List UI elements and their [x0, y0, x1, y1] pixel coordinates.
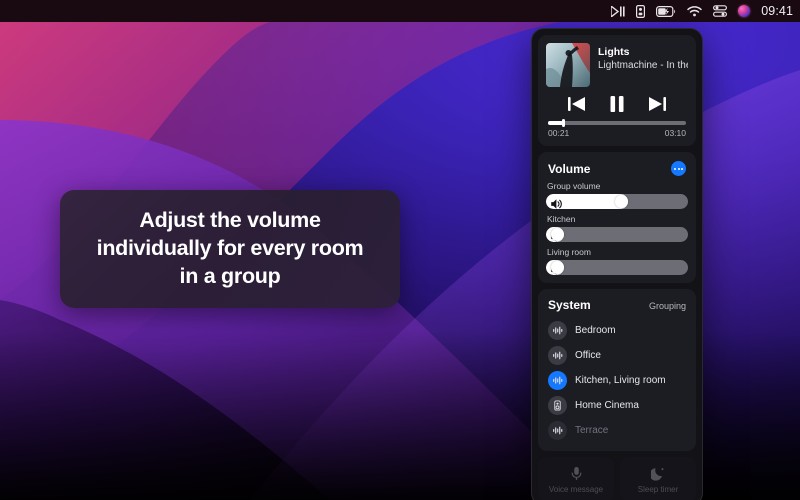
room-name: Terrace: [575, 425, 609, 436]
room-name: Home Cinema: [575, 400, 639, 411]
room-name: Bedroom: [575, 325, 616, 336]
system-card: System Grouping Bedroom Office Kitchen, Li…: [538, 289, 696, 451]
microphone-icon: [571, 466, 581, 481]
voice-message-label: Voice message: [548, 485, 604, 494]
volume-slider-label: Living room: [547, 247, 591, 257]
speaker-icon: [553, 351, 563, 360]
speaker-icon: [548, 321, 567, 340]
elapsed-time: 00:21: [548, 128, 570, 138]
speaker-icon: [548, 346, 567, 365]
room-list-item[interactable]: Bedroom: [546, 318, 688, 343]
room-list-item[interactable]: Kitchen, Living room: [546, 368, 688, 393]
instruction-text: Adjust the volume individually for every…: [96, 208, 364, 288]
speaker-icon: [548, 371, 567, 390]
volume-slider-label: Group volume: [547, 181, 601, 191]
app-icon[interactable]: [636, 4, 646, 18]
progress-slider[interactable]: [548, 119, 686, 127]
speaker-icon: [553, 326, 563, 335]
dot-icon: [677, 167, 680, 170]
sleep-timer-button[interactable]: Sleep timer: [620, 457, 696, 500]
speaker-icon: [548, 421, 567, 440]
menubar-clock[interactable]: 09:41: [761, 4, 793, 18]
speaker-icon: [553, 376, 563, 385]
album-artwork: [546, 43, 590, 87]
dot-icon: [674, 167, 676, 170]
volume-sliders: Group volume Kitchen Living room: [546, 181, 688, 275]
duration-time: 03:10: [664, 128, 686, 138]
volume-slider[interactable]: [546, 260, 688, 275]
playpause-button[interactable]: [604, 94, 630, 114]
track-artist: Lightmachine - In the l: [598, 60, 688, 72]
sleep-timer-label: Sleep timer: [637, 485, 679, 494]
volume-slider[interactable]: [546, 227, 688, 242]
battery-icon[interactable]: [656, 5, 676, 17]
room-list-item[interactable]: Office: [546, 343, 688, 368]
volume-card: Volume Group volume Kitchen Living room: [538, 152, 696, 283]
now-playing-header: Lights Lightmachine - In the l: [546, 43, 688, 87]
room-list: Bedroom Office Kitchen, Living room Home Ci…: [546, 318, 688, 443]
control-center-icon[interactable]: [713, 5, 728, 17]
room-name: Office: [575, 350, 601, 361]
room-list-item[interactable]: Terrace: [546, 418, 688, 443]
quick-actions: Voice message Sleep timer: [538, 457, 696, 500]
siri-icon[interactable]: [738, 5, 751, 17]
wifi-icon[interactable]: [687, 5, 702, 17]
menu-bar: 09:41: [0, 0, 800, 22]
track-metadata: Lights Lightmachine - In the l: [598, 43, 688, 72]
system-heading: System: [548, 298, 591, 312]
previous-track-button[interactable]: [563, 94, 589, 114]
grouping-button[interactable]: Grouping: [649, 301, 686, 311]
room-name: Kitchen, Living room: [575, 375, 666, 386]
progress-thumb[interactable]: [562, 119, 566, 127]
siri-orb: [738, 5, 751, 17]
volume-slider-label: Kitchen: [547, 214, 576, 224]
music-control-panel: Lights Lightmachine - In the l 00:21 03:…: [531, 28, 703, 500]
now-playing-card: Lights Lightmachine - In the l 00:21 03:…: [538, 35, 696, 146]
system-header: System Grouping: [546, 297, 688, 318]
volume-slider-row: Living room: [546, 247, 688, 275]
volume-slider-row: Kitchen: [546, 214, 688, 242]
soundbar-icon: [548, 396, 567, 415]
soundbar-icon: [554, 400, 561, 411]
track-title: Lights: [598, 46, 630, 58]
transport-controls: [546, 87, 688, 119]
moon-icon: [650, 468, 663, 481]
dot-icon: [681, 167, 683, 170]
progress-section: 00:21 03:10: [546, 119, 688, 138]
progress-times: 00:21 03:10: [548, 128, 686, 138]
playpause-icon[interactable]: [611, 5, 625, 17]
progress-fill: [548, 121, 564, 125]
speaker-icon: [553, 426, 563, 435]
speaker-high-icon: [551, 196, 564, 209]
volume-slider-row: Group volume: [546, 181, 688, 209]
more-options-button[interactable]: [671, 161, 686, 176]
instruction-callout: Adjust the volume individually for every…: [60, 190, 400, 308]
voice-message-button[interactable]: Voice message: [538, 457, 614, 500]
volume-slider[interactable]: [546, 194, 688, 209]
room-list-item[interactable]: Home Cinema: [546, 393, 688, 418]
next-track-button[interactable]: [645, 94, 671, 114]
volume-header: Volume: [546, 160, 688, 181]
volume-heading: Volume: [548, 161, 591, 176]
